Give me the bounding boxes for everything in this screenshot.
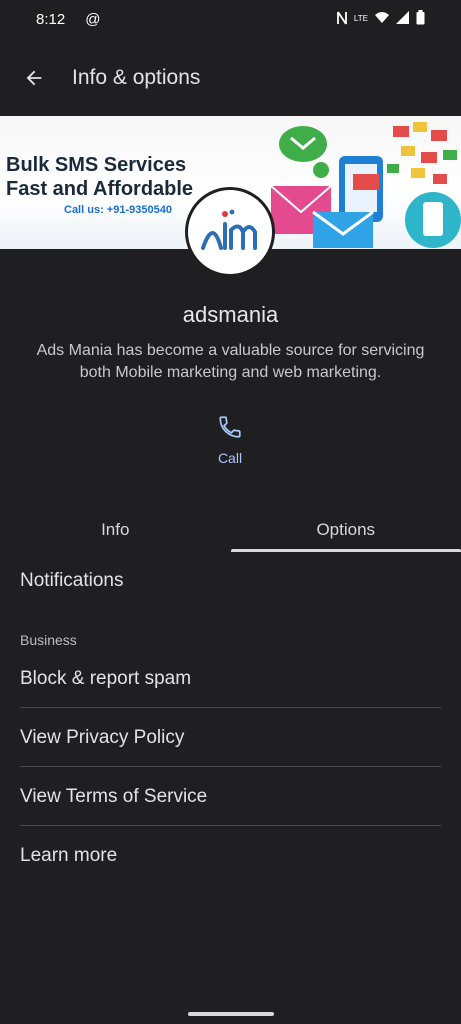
- tab-options[interactable]: Options: [230, 508, 461, 552]
- section-header-business: Business: [20, 632, 77, 648]
- battery-icon: [416, 10, 425, 28]
- notifications-option[interactable]: Notifications: [20, 552, 441, 610]
- wifi-icon: [374, 11, 390, 27]
- call-label: Call: [217, 450, 243, 466]
- status-bar: 8:12 @ LTE: [0, 0, 461, 38]
- screen: 8:12 @ LTE Info & options Bulk SMS Servi…: [0, 0, 461, 1024]
- divider: [20, 766, 441, 767]
- learn-more-option[interactable]: Learn more: [20, 827, 441, 885]
- at-notification-icon: @: [85, 10, 101, 28]
- business-name: adsmania: [182, 302, 279, 327]
- divider: [20, 825, 441, 826]
- banner-illustration: [270, 122, 461, 248]
- arrow-back-icon: [26, 70, 42, 86]
- signal-icon: [396, 11, 410, 27]
- tab-info[interactable]: Info: [0, 508, 231, 552]
- terms-of-service-option[interactable]: View Terms of Service: [20, 768, 441, 826]
- banner-subheadline: Fast and Affordable: [6, 178, 194, 200]
- banner-headline: Bulk SMS Services: [6, 154, 187, 176]
- divider: [20, 707, 441, 708]
- block-report-spam-option[interactable]: Block & report spam: [20, 650, 441, 708]
- banner-phone: Call us: +91-9350540: [64, 204, 172, 216]
- tab-bar: Info Options: [0, 508, 461, 552]
- status-time: 8:12: [36, 10, 66, 28]
- privacy-policy-option[interactable]: View Privacy Policy: [20, 709, 441, 767]
- app-bar: Info & options: [0, 50, 461, 106]
- nfc-icon: [336, 11, 348, 28]
- home-indicator[interactable]: [188, 1012, 274, 1016]
- call-button[interactable]: Call: [200, 414, 260, 478]
- phone-icon: [219, 416, 241, 438]
- options-list: Notifications Business Block & report sp…: [0, 552, 461, 1024]
- page-title: Info & options: [72, 66, 201, 89]
- business-avatar: [185, 187, 275, 277]
- volte-icon: LTE: [353, 14, 368, 23]
- back-button[interactable]: [10, 54, 58, 102]
- business-logo: [201, 209, 257, 250]
- business-description: Ads Mania has become a valuable source f…: [36, 342, 425, 381]
